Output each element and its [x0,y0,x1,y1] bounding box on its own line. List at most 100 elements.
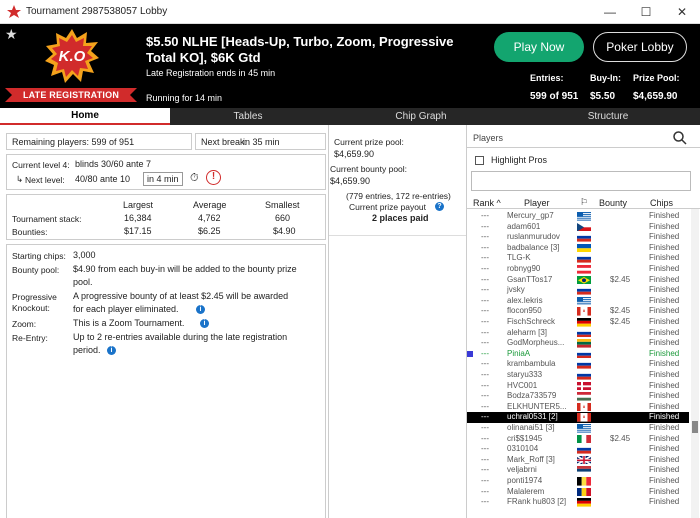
player-row[interactable]: --- cri$$1945 $2.45 Finished [467,434,689,445]
player-row[interactable]: --- Bodza733579 Finished [467,391,689,402]
pokerstars-logo-icon [7,4,21,18]
player-name: Mark_Roff [3] [507,454,555,464]
player-row[interactable]: --- staryu333 Finished [467,370,689,381]
player-row[interactable]: --- GodMorpheus... Finished [467,338,689,349]
country-flag-gr-icon [577,424,591,433]
player-row[interactable]: --- FischSchreck $2.45 Finished [467,317,689,328]
player-rank: --- [481,412,489,422]
late-registration-ends: Late Registration ends in 45 min [146,68,276,78]
player-row[interactable]: --- TLG-K Finished [467,253,689,264]
payout-info-icon[interactable]: ? [435,201,444,212]
player-chips: Finished [649,285,680,295]
player-row[interactable]: --- badbalance [3] Finished [467,243,689,254]
player-search-input[interactable] [471,171,691,191]
player-row[interactable]: --- uchral0531 [2] Finished [467,412,689,423]
player-name: cri$$1945 [507,433,543,443]
bounties-label: Bounties: [12,227,48,237]
country-flag-lt-icon [577,339,591,348]
player-name: ponti1974 [507,476,543,485]
player-rank: --- [481,497,489,507]
tournament-stack-label: Tournament stack: [12,214,82,224]
col-chips[interactable]: Chips [650,198,673,208]
player-rank: --- [481,327,489,337]
favorite-star-icon[interactable]: ★ [5,26,18,43]
tab-chip-graph[interactable]: Chip Graph [326,108,516,125]
country-flag-ru-icon [577,328,591,338]
player-name: FRank hu803 [2] [507,497,567,507]
minimize-button[interactable]: — [592,0,628,23]
col-rank[interactable]: Rank ^ [473,198,501,208]
player-chips: Finished [649,359,680,369]
col-bounty[interactable]: Bounty [599,198,627,208]
player-row[interactable]: --- alex.lekris Finished [467,296,689,307]
player-row[interactable]: --- 0310104 Finished [467,444,689,455]
player-rank: --- [481,295,489,305]
player-chips: Finished [649,401,680,411]
tab-home[interactable]: Home [0,108,170,125]
alert-icon[interactable]: ! [206,170,221,185]
player-chips: Finished [649,242,680,252]
poker-lobby-button[interactable]: Poker Lobby [593,32,687,62]
player-row[interactable]: --- krambambula Finished [467,359,689,370]
player-row[interactable]: --- PiniaA Finished [467,349,689,360]
player-row[interactable]: --- Mercury_gp7 Finished [467,211,689,222]
zoom-info-icon[interactable]: i [200,318,209,329]
player-chips: Finished [649,317,680,326]
stack-stats-box: Largest Average Smallest Tournament stac… [6,194,326,240]
maximize-button[interactable]: ☐ [628,0,664,23]
player-name: flocon950 [507,306,542,316]
buyin-value: $5.50 [590,91,616,102]
close-button[interactable]: ✕ [664,0,700,23]
country-flag-ru-icon [577,254,591,263]
player-row[interactable]: --- ponti1974 Finished [467,476,689,487]
player-row[interactable]: --- jvsky Finished [467,285,689,296]
player-row[interactable]: --- robnyg90 Finished [467,264,689,275]
country-flag-be-icon [577,477,591,486]
player-chips: Finished [649,221,680,231]
highlight-pros-checkbox[interactable] [475,156,484,165]
player-row[interactable]: --- flocon950 $2.45 Finished [467,306,689,317]
player-rank: --- [481,433,489,443]
timer-icon[interactable]: ⏱ [190,172,199,185]
player-row[interactable]: --- Malalerem Finished [467,487,689,498]
players-scrollbar[interactable] [691,209,699,518]
player-rank: --- [481,338,489,348]
player-row[interactable]: --- olinanai51 [3] Finished [467,423,689,434]
ko-logo-text: K.O [59,48,86,65]
reentry-line1: Up to 2 re-entries available during the … [73,332,288,342]
player-bounty: $2.45 [610,317,631,326]
stack-largest: 16,384 [124,213,152,223]
play-now-button[interactable]: Play Now [494,32,584,62]
prize-payout-label: Current prize payout [349,202,427,212]
country-flag-it-icon [577,434,591,444]
reentry-info-icon[interactable]: i [107,345,116,356]
zoom-text: This is a Zoom Tournament. [73,318,185,328]
player-row[interactable]: --- ELKHUNTER5... Finished [467,402,689,413]
country-flag-gb-icon [577,455,591,465]
player-row[interactable]: --- HVC001 Finished [467,381,689,392]
player-row[interactable]: --- adam601 Finished [467,222,689,233]
player-row[interactable]: --- veljabrni Finished [467,465,689,476]
player-name: krambambula [507,359,556,369]
player-row[interactable]: --- Mark_Roff [3] Finished [467,455,689,466]
player-name: Bodza733579 [507,391,557,401]
player-row[interactable]: --- GsanTTos17 $2.45 Finished [467,275,689,286]
player-chips: Finished [649,211,680,220]
scrollbar-thumb[interactable] [692,421,698,433]
country-flag-ru-icon [577,360,591,369]
player-rank: --- [481,465,489,475]
player-row[interactable]: --- FRank hu803 [2] Finished [467,497,689,508]
player-name: GodMorpheus... [507,338,565,348]
bounty-pool-line2: pool. [73,277,93,287]
pko-label-2: Knockout: [12,303,50,313]
tab-tables[interactable]: Tables [170,108,326,125]
pko-line1: A progressive bounty of at least $2.45 w… [73,291,289,301]
col-player[interactable]: Player [524,198,550,208]
player-row[interactable]: --- ruslanmurudov Finished [467,232,689,243]
player-row[interactable]: --- aleharm [3] Finished [467,328,689,339]
prizepool-value: $4,659.90 [633,91,678,102]
pko-info-icon[interactable]: i [196,304,205,315]
col-flag-icon[interactable]: ⚐ [580,197,588,208]
search-icon[interactable] [673,131,687,145]
tab-structure[interactable]: Structure [516,108,700,125]
